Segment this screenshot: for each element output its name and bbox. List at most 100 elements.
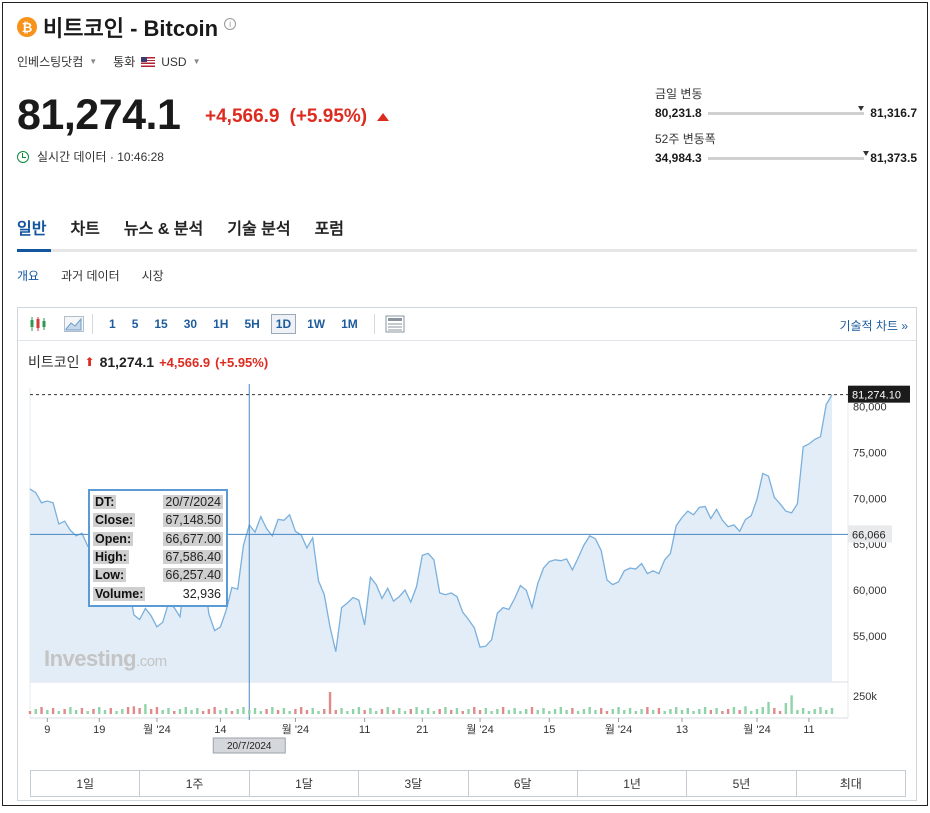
period-1d[interactable]: 1일 xyxy=(31,771,141,796)
x-tick-label: 월 '24 xyxy=(143,723,171,736)
volume-bar xyxy=(121,709,124,714)
tab-technical[interactable]: 기술 분석 xyxy=(227,215,290,239)
x-tick-label: 13 xyxy=(676,724,688,736)
volume-bar xyxy=(646,707,649,714)
volume-bar xyxy=(369,708,372,714)
volume-bar xyxy=(761,707,764,714)
volume-bar xyxy=(432,711,436,714)
volume-bar xyxy=(819,707,822,714)
last-price-label: 81,274.10 xyxy=(852,390,901,402)
volume-bar xyxy=(57,711,61,714)
volume-bar xyxy=(548,711,551,714)
volume-bar xyxy=(767,701,770,714)
volume-bar xyxy=(346,711,349,714)
subtab-market[interactable]: 시장 xyxy=(142,267,164,284)
period-1y[interactable]: 1년 xyxy=(578,771,688,796)
tooltip-key: Low: xyxy=(93,568,127,583)
bitcoin-icon: ₿ xyxy=(17,17,37,37)
tab-chart[interactable]: 차트 xyxy=(70,215,99,239)
volume-bar xyxy=(807,711,811,714)
volume-bar xyxy=(109,708,112,714)
period-1w[interactable]: 1주 xyxy=(140,771,250,796)
week52-range-bar xyxy=(707,150,869,160)
y-tick-label: 60,000 xyxy=(853,585,887,597)
us-flag-icon xyxy=(141,56,156,67)
currency-selector[interactable]: USD xyxy=(161,55,186,69)
volume-bar xyxy=(86,711,89,714)
info-icon[interactable]: i xyxy=(224,18,237,30)
x-tick-label: 월 '24 xyxy=(605,723,633,736)
volume-bar xyxy=(149,709,153,714)
period-max[interactable]: 최대 xyxy=(797,771,905,796)
volume-bar xyxy=(588,707,591,714)
volume-bar xyxy=(501,707,505,714)
volume-bar xyxy=(248,710,251,714)
chevron-down-icon[interactable]: ▼ xyxy=(89,57,97,66)
period-1m[interactable]: 1달 xyxy=(250,771,360,796)
volume-bar xyxy=(294,709,297,714)
volume-bar xyxy=(484,708,488,714)
day-range-high: 81,316.7 xyxy=(870,106,917,120)
volume-bar xyxy=(103,710,107,714)
clock-icon xyxy=(17,150,29,163)
volume-bar xyxy=(236,709,239,714)
volume-bar xyxy=(830,708,834,714)
period-3m[interactable]: 3달 xyxy=(359,771,469,796)
volume-bar xyxy=(669,709,672,714)
volume-bar xyxy=(276,710,280,714)
volume-bar xyxy=(715,708,718,714)
week52-range-low: 34,984.3 xyxy=(655,151,702,165)
volume-bar xyxy=(750,711,753,714)
day-range-low: 80,231.8 xyxy=(655,106,702,120)
volume-bar xyxy=(115,711,118,714)
volume-bar xyxy=(455,708,459,714)
tooltip-value: 66,257.40 xyxy=(163,568,223,583)
volume-bar xyxy=(34,709,37,714)
volume-bar xyxy=(63,709,66,714)
x-tick-label: 14 xyxy=(214,724,226,736)
volume-bar xyxy=(323,709,326,714)
tooltip-key: Volume: xyxy=(93,586,146,601)
tooltip-key: DT: xyxy=(93,495,117,510)
volume-bar xyxy=(467,709,470,714)
period-selector: 1일 1주 1달 3달 6달 1년 5년 최대 xyxy=(30,770,906,797)
realtime-label: 실시간 데이터 · 10:46:28 xyxy=(37,150,164,164)
volume-bar xyxy=(259,711,262,714)
volume-bar xyxy=(651,710,655,714)
volume-bar xyxy=(438,709,441,714)
volume-bar xyxy=(253,708,257,714)
volume-bar xyxy=(415,707,418,714)
volume-bar xyxy=(380,709,384,714)
volume-bar xyxy=(657,708,661,714)
volume-bar xyxy=(519,711,522,714)
volume-bar xyxy=(69,707,72,714)
title-row: ₿ 비트코인 - Bitcoin i xyxy=(17,11,237,43)
tab-general[interactable]: 일반 xyxy=(17,215,46,239)
period-6m[interactable]: 6달 xyxy=(469,771,578,796)
chevron-down-icon[interactable]: ▼ xyxy=(193,57,201,66)
tooltip-row: Open: 66,677.00 xyxy=(93,530,223,548)
volume-bar xyxy=(542,708,545,714)
day-range: 금일 변동 80,231.8 81,316.7 xyxy=(655,85,917,120)
subtab-overview[interactable]: 개요 xyxy=(17,267,39,284)
volume-bar xyxy=(363,710,366,714)
page-title: 비트코인 - Bitcoin xyxy=(43,16,219,41)
volume-bar xyxy=(634,711,638,714)
volume-bar xyxy=(525,709,528,714)
source-selector[interactable]: 인베스팅닷컴 xyxy=(17,53,83,70)
volume-bar xyxy=(732,707,736,714)
tab-news[interactable]: 뉴스 & 분석 xyxy=(124,215,203,239)
week52-range-high: 81,373.5 xyxy=(870,151,917,165)
subtab-history[interactable]: 과거 데이터 xyxy=(61,267,120,284)
volume-bar xyxy=(167,708,170,714)
volume-bar xyxy=(190,710,193,714)
volume-bar xyxy=(600,708,603,714)
tooltip-value: 32,936 xyxy=(180,586,223,601)
volume-bar xyxy=(126,707,130,714)
period-5y[interactable]: 5년 xyxy=(687,771,797,796)
volume-bar xyxy=(132,706,136,714)
tab-forum[interactable]: 포럼 xyxy=(315,215,344,239)
volume-bar xyxy=(605,711,609,714)
volume-bar xyxy=(230,711,234,714)
crosshair-price-label: 66,066 xyxy=(852,529,886,541)
